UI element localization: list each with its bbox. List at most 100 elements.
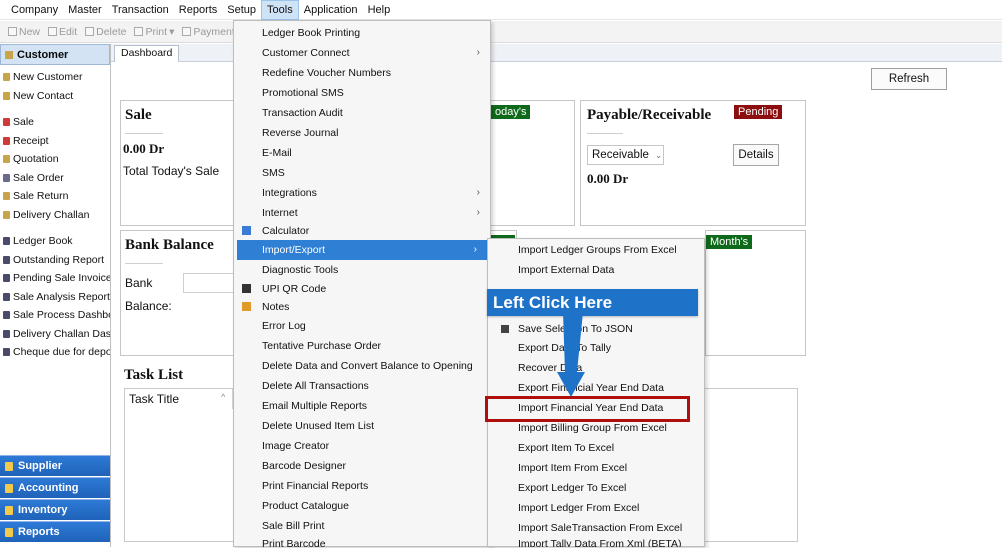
sidebar-item-sale-order[interactable]: Sale Order: [0, 169, 110, 188]
sidebar-item-new-customer[interactable]: New Customer: [0, 68, 110, 87]
sale-value: 0.00 Dr: [123, 141, 165, 156]
sort-up-icon: ^: [221, 392, 226, 402]
menu-item-diagnostic-tools[interactable]: Diagnostic Tools: [234, 260, 490, 280]
menu-item-sale-bill-print[interactable]: Sale Bill Print: [234, 516, 490, 536]
divider: [125, 133, 163, 134]
new-button[interactable]: New: [4, 26, 44, 38]
bank-label: Bank: [125, 276, 153, 290]
sidebar-item-sale-return[interactable]: Sale Return: [0, 187, 110, 206]
menu-application[interactable]: Application: [299, 0, 363, 20]
submenu-export-data-tally[interactable]: Export Data To Tally: [488, 338, 704, 358]
todays-badge: oday's: [491, 105, 531, 119]
month-card: Month's: [705, 230, 806, 356]
menu-item-customer-connect[interactable]: Customer Connect ›: [234, 43, 490, 63]
menu-master[interactable]: Master: [63, 0, 107, 20]
menu-transaction[interactable]: Transaction: [107, 0, 174, 20]
menu-item-transaction-audit[interactable]: Transaction Audit: [234, 103, 490, 123]
sidebar-item-delivery-challan-dashboard[interactable]: Delivery Challan Dashl: [0, 325, 110, 344]
sidebar-item-receipt[interactable]: Receipt: [0, 132, 110, 151]
menu-item-calculator[interactable]: Calculator: [234, 221, 490, 241]
menu-item-upi-qr-code[interactable]: UPI QR Code: [234, 279, 490, 299]
sale-caption: Total Today's Sale: [123, 164, 220, 178]
left-click-callout: Left Click Here: [487, 289, 698, 316]
menu-item-sms[interactable]: SMS: [234, 163, 490, 183]
delete-button[interactable]: Delete: [81, 26, 130, 38]
menu-item-promotional-sms[interactable]: Promotional SMS: [234, 83, 490, 103]
tab-dashboard[interactable]: Dashboard: [114, 45, 180, 62]
menu-item-delete-data-convert[interactable]: Delete Data and Convert Balance to Openi…: [234, 356, 490, 376]
sidebar: Customer New Customer New Contact Sale R…: [0, 44, 111, 547]
menu-item-product-catalogue[interactable]: Product Catalogue: [234, 496, 490, 516]
sidebar-item-delivery-challan[interactable]: Delivery Challan: [0, 206, 110, 225]
submenu-import-external-data[interactable]: Import External Data: [488, 260, 704, 280]
menu-item-print-barcode[interactable]: Print Barcode: [234, 535, 490, 548]
sidebar-header-customer[interactable]: Customer: [0, 44, 110, 65]
sidebar-section-accounting[interactable]: Accounting: [0, 477, 110, 498]
sidebar-item-quotation[interactable]: Quotation: [0, 150, 110, 169]
sale-return-icon: [3, 192, 10, 201]
bank-balance-title: Bank Balance: [125, 237, 214, 253]
delivery-icon: [3, 210, 10, 219]
customer-icon: [5, 50, 13, 59]
menu-item-internet[interactable]: Internet ›: [234, 203, 490, 223]
menu-item-image-creator[interactable]: Image Creator: [234, 436, 490, 456]
menu-item-import-export[interactable]: Import/Export ›: [237, 240, 487, 260]
submenu-export-fy-end-data[interactable]: Export Financial Year End Data: [488, 378, 704, 398]
sidebar-item-pending-sale-invoices[interactable]: Pending Sale Invoices: [0, 269, 110, 288]
menu-item-integrations[interactable]: Integrations ›: [234, 183, 490, 203]
submenu-import-ledger-groups[interactable]: Import Ledger Groups From Excel: [488, 240, 704, 260]
receivable-select[interactable]: Receivable ⌄: [587, 145, 664, 165]
submenu-import-ledger-excel[interactable]: Import Ledger From Excel: [488, 498, 704, 518]
sidebar-section-reports[interactable]: Reports: [0, 521, 110, 542]
delete-icon: [85, 27, 95, 36]
sidebar-item-cheque-due[interactable]: Cheque due for depos: [0, 343, 110, 362]
sidebar-item-outstanding-report[interactable]: Outstanding Report: [0, 251, 110, 270]
sidebar-section-inventory[interactable]: Inventory: [0, 499, 110, 520]
menu-reports[interactable]: Reports: [174, 0, 223, 20]
payment-icon: [182, 27, 192, 36]
edit-button[interactable]: Edit: [44, 26, 81, 38]
details-button[interactable]: Details: [733, 144, 779, 166]
bank-select[interactable]: [183, 273, 239, 293]
print-button[interactable]: Print ▾: [130, 26, 178, 38]
menu-item-email[interactable]: E-Mail: [234, 143, 490, 163]
sidebar-item-ledger-book[interactable]: Ledger Book: [0, 232, 110, 251]
menu-setup[interactable]: Setup: [222, 0, 261, 20]
menu-help[interactable]: Help: [363, 0, 396, 20]
menu-item-email-multiple-reports[interactable]: Email Multiple Reports: [234, 396, 490, 416]
menu-item-delete-all-transactions[interactable]: Delete All Transactions: [234, 376, 490, 396]
submenu-import-item-excel[interactable]: Import Item From Excel: [488, 458, 704, 478]
menu-item-tentative-purchase-order[interactable]: Tentative Purchase Order: [234, 336, 490, 356]
chevron-right-icon: ›: [476, 47, 480, 58]
refresh-button[interactable]: Refresh: [871, 68, 947, 90]
submenu-import-tally-xml[interactable]: Import Tally Data From Xml (BETA): [488, 537, 704, 547]
submenu-export-item-excel[interactable]: Export Item To Excel: [488, 438, 704, 458]
months-badge: Month's: [706, 235, 753, 249]
payable-title: Payable/Receivable: [587, 107, 712, 123]
submenu-recover-data[interactable]: Recover Data: [488, 358, 704, 378]
menu-item-error-log[interactable]: Error Log: [234, 316, 490, 336]
menu-item-delete-unused-item-list[interactable]: Delete Unused Item List: [234, 416, 490, 436]
submenu-import-sale-transaction[interactable]: Import SaleTransaction From Excel: [488, 518, 704, 538]
sidebar-item-new-contact[interactable]: New Contact: [0, 87, 110, 106]
submenu-export-ledger-excel[interactable]: Export Ledger To Excel: [488, 478, 704, 498]
sale-order-icon: [3, 173, 10, 182]
report-icon: [3, 329, 10, 338]
sidebar-item-sale-analysis-report[interactable]: Sale Analysis Report: [0, 288, 110, 307]
menu-item-reverse-journal[interactable]: Reverse Journal: [234, 123, 490, 143]
menu-item-ledger-book-printing[interactable]: Ledger Book Printing: [234, 23, 490, 43]
receipt-icon: [3, 136, 10, 145]
report-icon: [3, 237, 10, 246]
menu-item-barcode-designer[interactable]: Barcode Designer: [234, 456, 490, 476]
menu-company[interactable]: Company: [6, 0, 63, 20]
menu-tools[interactable]: Tools: [261, 0, 299, 20]
sidebar-section-supplier[interactable]: Supplier: [0, 455, 110, 476]
sidebar-item-sale[interactable]: Sale: [0, 113, 110, 132]
submenu-save-selection-json[interactable]: Save Selection To JSON: [488, 319, 704, 339]
sidebar-item-sale-process-dashboard[interactable]: Sale Process Dashboa: [0, 306, 110, 325]
menu-item-print-financial-reports[interactable]: Print Financial Reports: [234, 476, 490, 496]
json-icon: [501, 325, 509, 333]
task-title-column-header[interactable]: Task Title: [125, 389, 233, 409]
menu-item-notes[interactable]: Notes: [234, 297, 490, 317]
menu-item-redefine-voucher-numbers[interactable]: Redefine Voucher Numbers: [234, 63, 490, 83]
